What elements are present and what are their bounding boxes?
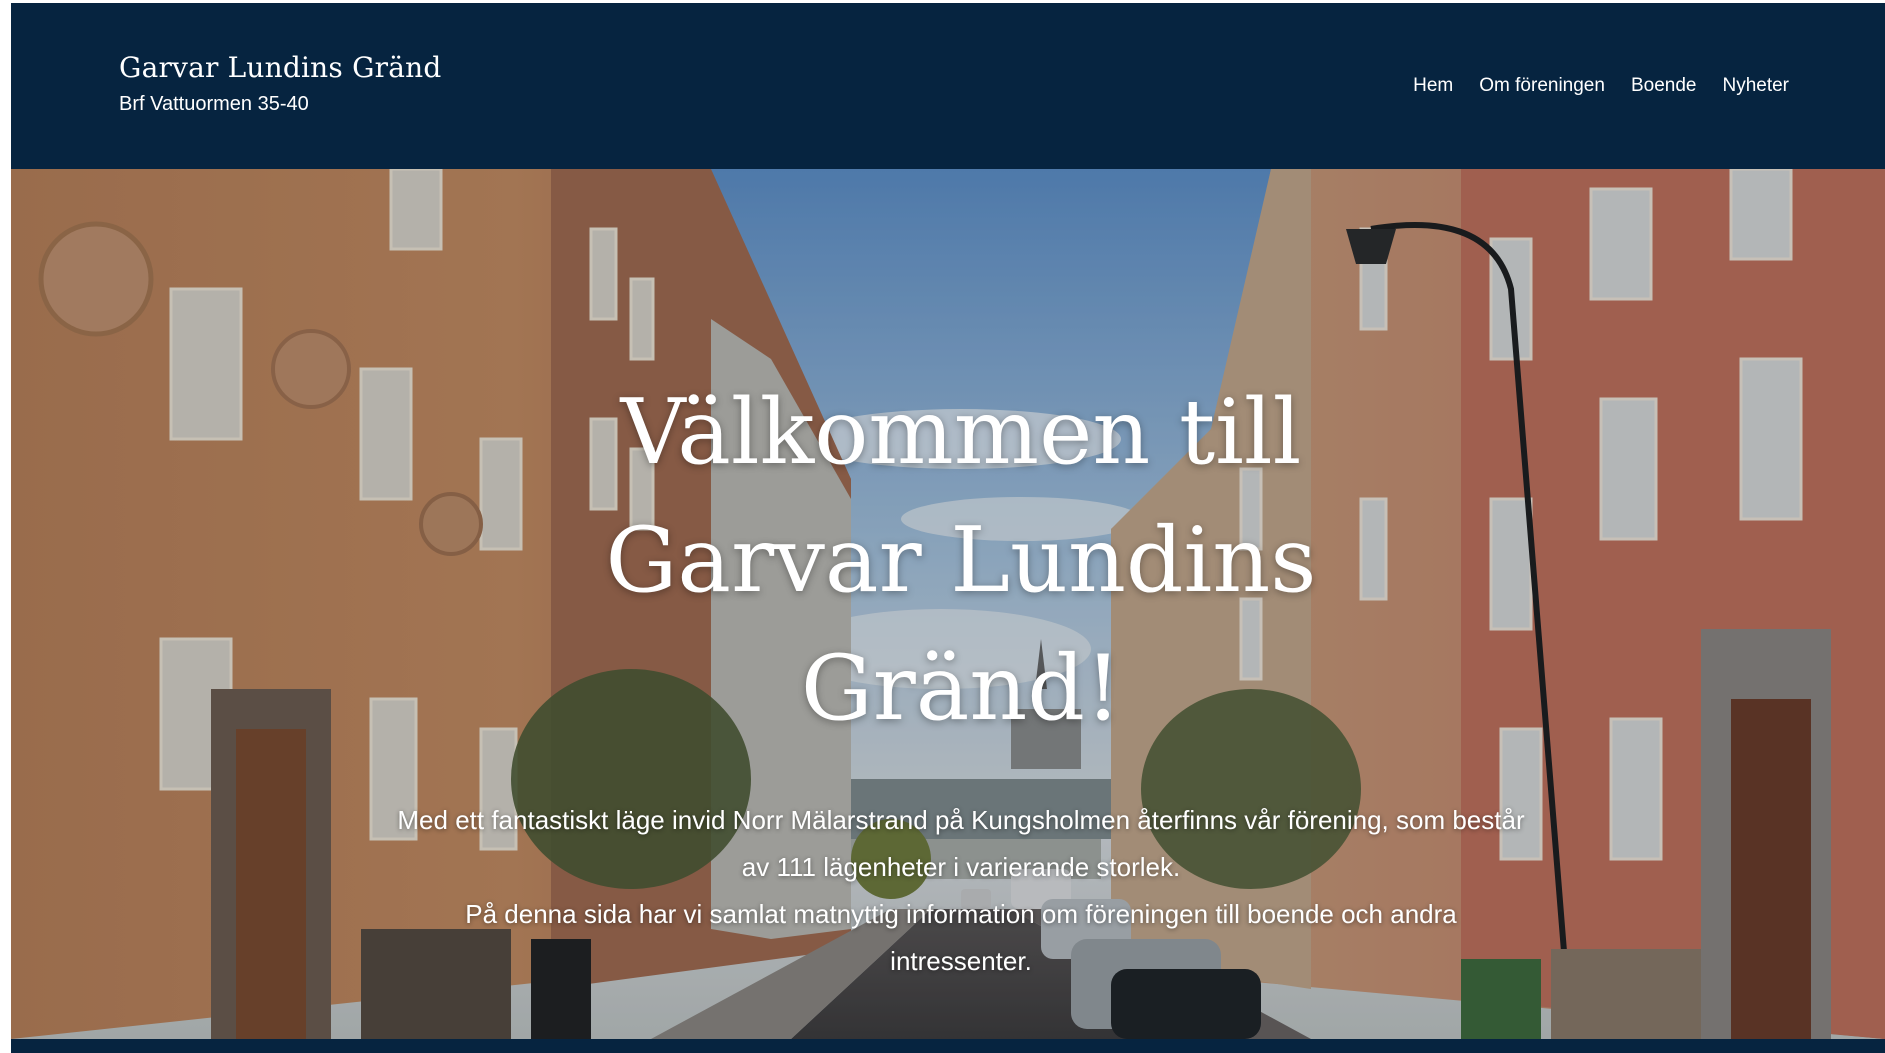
main-nav: Hem Om föreningen Boende Nyheter bbox=[1413, 75, 1789, 97]
hero-content: Välkommen till Garvar Lundins Gränd! Med… bbox=[391, 369, 1531, 985]
hero-title: Välkommen till Garvar Lundins Gränd! bbox=[605, 380, 1317, 741]
site-subtitle: Brf Vattuormen 35-40 bbox=[119, 93, 309, 115]
hero-description: Med ett fantastiskt läge invid Norr Mäla… bbox=[391, 797, 1531, 985]
hero-paragraph-2: På denna sida har vi samlat matnyttig in… bbox=[465, 899, 1457, 976]
footer-strip bbox=[11, 1039, 1885, 1053]
nav-item-boende[interactable]: Boende bbox=[1631, 75, 1697, 97]
site-header: Garvar Lundins Gränd Brf Vattuormen 35-4… bbox=[11, 3, 1885, 169]
site-title[interactable]: Garvar Lundins Gränd bbox=[119, 51, 442, 84]
hero-section: Välkommen till Garvar Lundins Gränd! Med… bbox=[11, 169, 1885, 1039]
nav-item-om-foreningen[interactable]: Om föreningen bbox=[1479, 75, 1605, 97]
hero-paragraph-1: Med ett fantastiskt läge invid Norr Mäla… bbox=[397, 805, 1525, 882]
page: Garvar Lundins Gränd Brf Vattuormen 35-4… bbox=[11, 3, 1885, 1053]
nav-item-hem[interactable]: Hem bbox=[1413, 75, 1453, 97]
nav-item-nyheter[interactable]: Nyheter bbox=[1722, 75, 1789, 97]
